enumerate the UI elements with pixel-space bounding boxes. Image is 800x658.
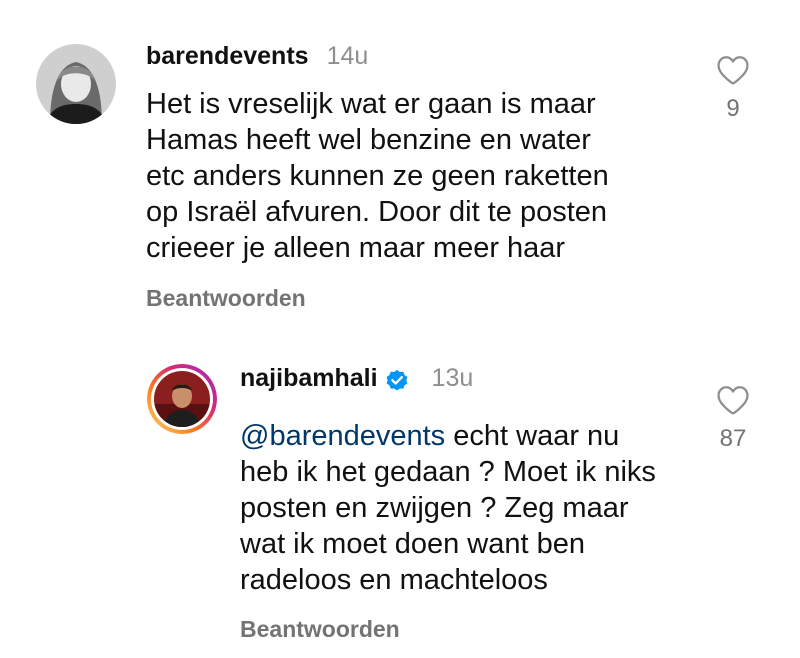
comment-text: @barendevents echt waar nu heb ik het ge… [240, 418, 656, 598]
comment-line: etc anders kunnen ze geen raketten [146, 160, 609, 192]
reply-button[interactable]: Beantwoorden [146, 285, 306, 312]
comment-line: @barendevents echt waar nu [240, 418, 656, 454]
username[interactable]: najibamhali [240, 364, 378, 393]
verified-badge-icon [384, 367, 410, 393]
heart-outline-icon[interactable] [716, 54, 750, 86]
like-column: 87 [703, 384, 763, 453]
comment-line: Het is vreselijk wat er gaan is maar [146, 88, 596, 120]
comment-line: heb ik het gedaan ? Moet ik niks [240, 456, 656, 488]
reply-button[interactable]: Beantwoorden [240, 616, 400, 643]
heart-outline-icon[interactable] [716, 384, 750, 416]
comment-line: posten en zwijgen ? Zeg maar [240, 492, 629, 524]
comment-line: crieeer je alleen maar meer haar [146, 232, 566, 264]
comment-line-text: echt waar nu [453, 420, 620, 452]
comment-najibamhali: najibamhali 13u @barendevents echt waar … [0, 330, 800, 658]
comment-text: Het is vreselijk wat er gaan is maar Ham… [146, 86, 609, 266]
username[interactable]: barendevents [146, 42, 309, 71]
avatar[interactable] [36, 44, 116, 124]
comment-line: Hamas heeft wel benzine en water [146, 124, 591, 156]
comment-line: op Israël afvuren. Door dit te posten [146, 196, 608, 228]
comment-line: radeloos en machteloos [240, 564, 548, 596]
like-column: 9 [703, 54, 763, 123]
timestamp: 14u [326, 42, 369, 70]
like-count: 87 [719, 425, 747, 452]
comment-line: wat ik moet doen want ben [240, 528, 585, 560]
like-count: 9 [726, 95, 740, 122]
timestamp: 13u [431, 364, 474, 392]
avatar[interactable] [147, 364, 217, 434]
mention-link[interactable]: @barendevents [240, 420, 445, 452]
comment-barendevents: barendevents 14u Het is vreselijk wat er… [0, 0, 800, 330]
